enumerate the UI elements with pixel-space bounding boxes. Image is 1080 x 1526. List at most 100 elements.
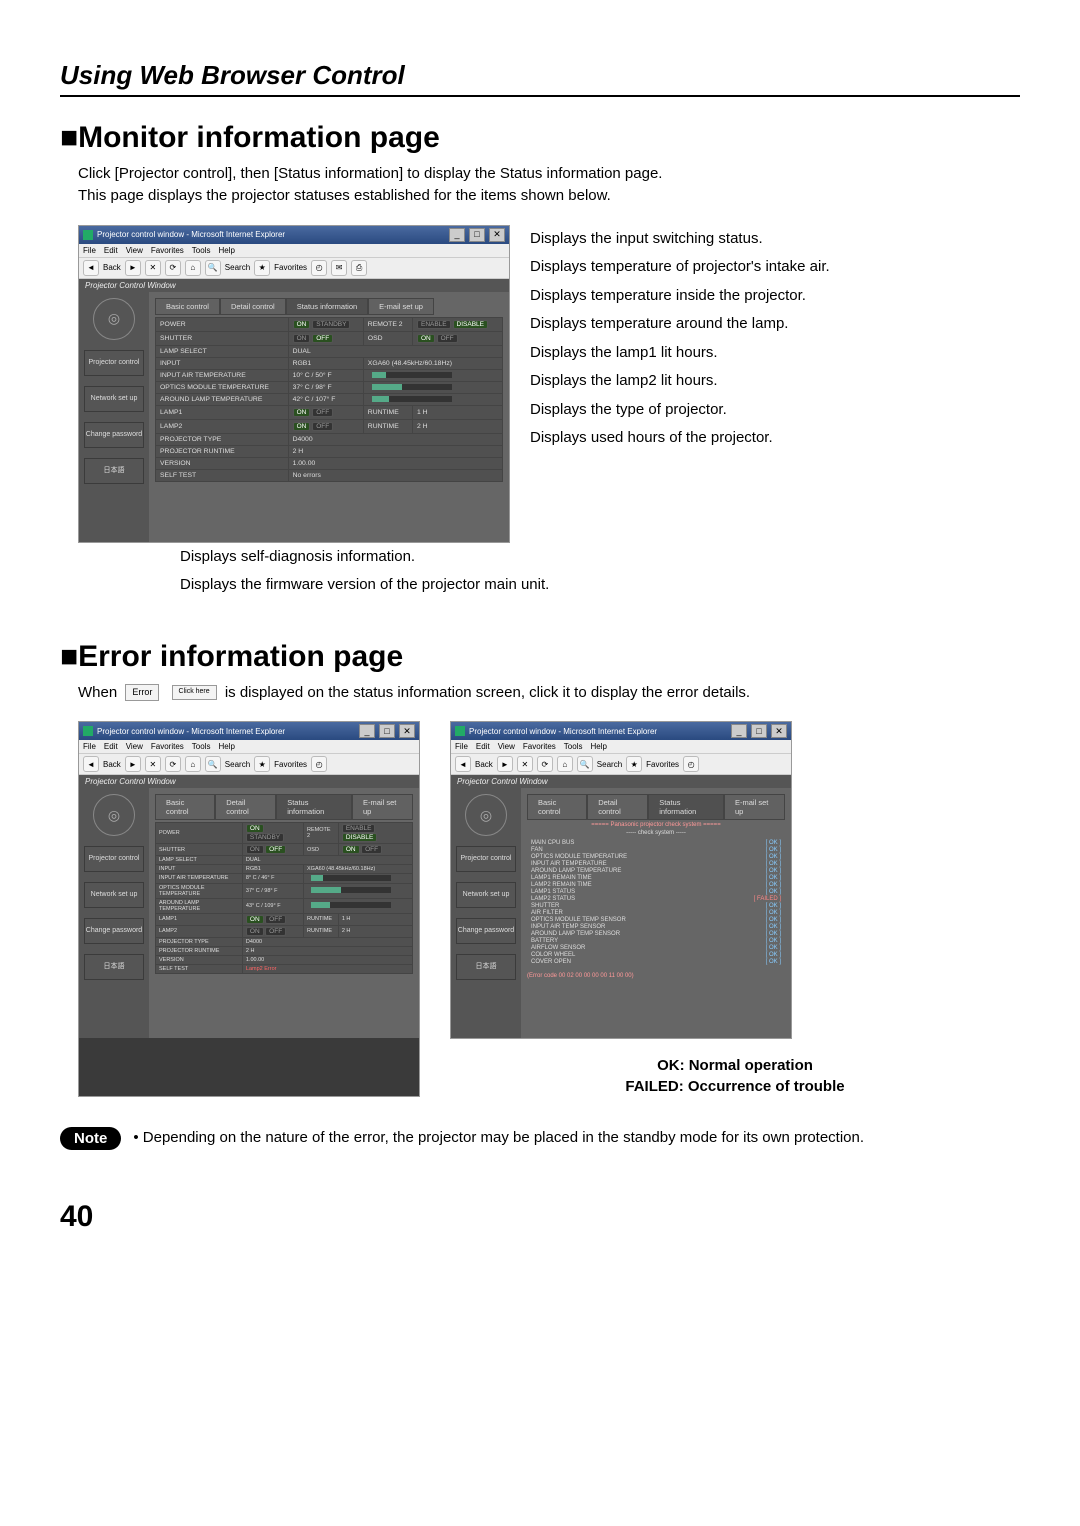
forward-icon[interactable]: ► xyxy=(497,756,513,772)
history-icon[interactable]: ◴ xyxy=(683,756,699,772)
history-icon[interactable]: ◴ xyxy=(311,260,327,276)
refresh-icon[interactable]: ⟳ xyxy=(537,756,553,772)
row-remote: REMOTE 2 xyxy=(304,823,339,844)
refresh-icon[interactable]: ⟳ xyxy=(165,260,181,276)
home-icon[interactable]: ⌂ xyxy=(185,756,201,772)
lamp1-on: ON xyxy=(246,915,264,924)
mail-icon[interactable]: ✉ xyxy=(331,260,347,276)
back-label: Back xyxy=(103,760,121,769)
refresh-icon[interactable]: ⟳ xyxy=(165,756,181,772)
menu-view[interactable]: View xyxy=(498,742,515,751)
back-icon[interactable]: ◄ xyxy=(83,260,99,276)
maximize-icon[interactable]: □ xyxy=(379,724,395,738)
sidebar-item-network-setup[interactable]: Network set up xyxy=(456,882,516,908)
menu-view[interactable]: View xyxy=(126,246,143,255)
tab-detail-control[interactable]: Detail control xyxy=(587,794,648,820)
shutter-on: ON xyxy=(293,334,311,343)
favorites-icon[interactable]: ★ xyxy=(254,756,270,772)
tab-email-setup[interactable]: E-mail set up xyxy=(368,298,434,315)
page-number: 40 xyxy=(60,1200,1020,1234)
tab-basic-control[interactable]: Basic control xyxy=(527,794,587,820)
menu-bar[interactable]: File Edit View Favorites Tools Help xyxy=(79,244,509,258)
check-item-label: OPTICS MODULE TEMPERATURE xyxy=(531,854,627,860)
row-version: VERSION xyxy=(156,457,289,469)
projector-control-window-label: Projector Control Window xyxy=(79,775,419,788)
menu-file[interactable]: File xyxy=(83,246,96,255)
menu-tools[interactable]: Tools xyxy=(192,246,211,255)
maximize-icon[interactable]: □ xyxy=(469,228,485,242)
maximize-icon[interactable]: □ xyxy=(751,724,767,738)
check-item-ok: [ OK ] xyxy=(766,882,781,888)
home-icon[interactable]: ⌂ xyxy=(557,756,573,772)
tab-detail-control[interactable]: Detail control xyxy=(215,794,276,820)
tab-detail-control[interactable]: Detail control xyxy=(220,298,286,315)
close-icon[interactable]: ✕ xyxy=(489,228,505,242)
tab-email-setup[interactable]: E-mail set up xyxy=(352,794,413,820)
sidebar-item-projector-control[interactable]: Projector control xyxy=(456,846,516,872)
tab-basic-control[interactable]: Basic control xyxy=(155,298,220,315)
tab-status-information[interactable]: Status information xyxy=(276,794,352,820)
row-intake-temp: INPUT AIR TEMPERATURE xyxy=(156,369,289,381)
back-icon[interactable]: ◄ xyxy=(455,756,471,772)
annotation-inside-temp: Displays temperature inside the projecto… xyxy=(530,282,1020,311)
tab-status-information[interactable]: Status information xyxy=(286,298,368,315)
check-item-label: LAMP2 STATUS xyxy=(531,896,575,902)
home-icon[interactable]: ⌂ xyxy=(185,260,201,276)
favorites-label: Favorites xyxy=(274,760,307,769)
close-icon[interactable]: ✕ xyxy=(399,724,415,738)
menu-file[interactable]: File xyxy=(83,742,96,751)
sidebar-item-japanese[interactable]: 日本語 xyxy=(456,954,516,980)
favorites-icon[interactable]: ★ xyxy=(254,260,270,276)
forward-icon[interactable]: ► xyxy=(125,756,141,772)
error-intro-prefix: When xyxy=(78,684,121,701)
close-icon[interactable]: ✕ xyxy=(771,724,787,738)
sidebar-item-japanese[interactable]: 日本語 xyxy=(84,954,144,980)
sidebar-item-projector-control[interactable]: Projector control xyxy=(84,350,144,376)
menu-edit[interactable]: Edit xyxy=(104,742,118,751)
shutter-on: ON xyxy=(246,845,264,854)
menu-edit[interactable]: Edit xyxy=(476,742,490,751)
menu-favorites[interactable]: Favorites xyxy=(151,742,184,751)
menu-view[interactable]: View xyxy=(126,742,143,751)
tab-basic-control[interactable]: Basic control xyxy=(155,794,215,820)
row-optics-temp: OPTICS MODULE TEMPERATURE xyxy=(156,883,243,898)
menu-tools[interactable]: Tools xyxy=(564,742,583,751)
tab-status-information[interactable]: Status information xyxy=(648,794,724,820)
check-item-label: BATTERY xyxy=(531,938,558,944)
stop-icon[interactable]: ✕ xyxy=(145,260,161,276)
tab-email-setup[interactable]: E-mail set up xyxy=(724,794,785,820)
note-badge: Note xyxy=(60,1127,121,1150)
minimize-icon[interactable]: _ xyxy=(359,724,375,738)
sidebar-item-network-setup[interactable]: Network set up xyxy=(84,386,144,412)
menu-favorites[interactable]: Favorites xyxy=(151,246,184,255)
row-shutter: SHUTTER xyxy=(156,844,243,856)
sidebar-item-change-password[interactable]: Change password xyxy=(84,918,144,944)
favorites-icon[interactable]: ★ xyxy=(626,756,642,772)
menu-edit[interactable]: Edit xyxy=(104,246,118,255)
back-icon[interactable]: ◄ xyxy=(83,756,99,772)
row-projector-type: PROJECTOR TYPE xyxy=(156,433,289,445)
history-icon[interactable]: ◴ xyxy=(311,756,327,772)
projector-type-value: D4000 xyxy=(288,433,502,445)
click-here-badge[interactable]: Click here xyxy=(172,685,217,699)
search-icon[interactable]: 🔍 xyxy=(205,756,221,772)
menu-help[interactable]: Help xyxy=(218,246,234,255)
sidebar-item-change-password[interactable]: Change password xyxy=(456,918,516,944)
sidebar-item-change-password[interactable]: Change password xyxy=(84,422,144,448)
forward-icon[interactable]: ► xyxy=(125,260,141,276)
sidebar-item-network-setup[interactable]: Network set up xyxy=(84,882,144,908)
menu-help[interactable]: Help xyxy=(590,742,606,751)
minimize-icon[interactable]: _ xyxy=(449,228,465,242)
menu-favorites[interactable]: Favorites xyxy=(523,742,556,751)
menu-help[interactable]: Help xyxy=(218,742,234,751)
sidebar-item-japanese[interactable]: 日本語 xyxy=(84,458,144,484)
minimize-icon[interactable]: _ xyxy=(731,724,747,738)
menu-tools[interactable]: Tools xyxy=(192,742,211,751)
search-icon[interactable]: 🔍 xyxy=(577,756,593,772)
print-icon[interactable]: ⎙ xyxy=(351,260,367,276)
menu-file[interactable]: File xyxy=(455,742,468,751)
stop-icon[interactable]: ✕ xyxy=(517,756,533,772)
stop-icon[interactable]: ✕ xyxy=(145,756,161,772)
search-icon[interactable]: 🔍 xyxy=(205,260,221,276)
sidebar-item-projector-control[interactable]: Projector control xyxy=(84,846,144,872)
